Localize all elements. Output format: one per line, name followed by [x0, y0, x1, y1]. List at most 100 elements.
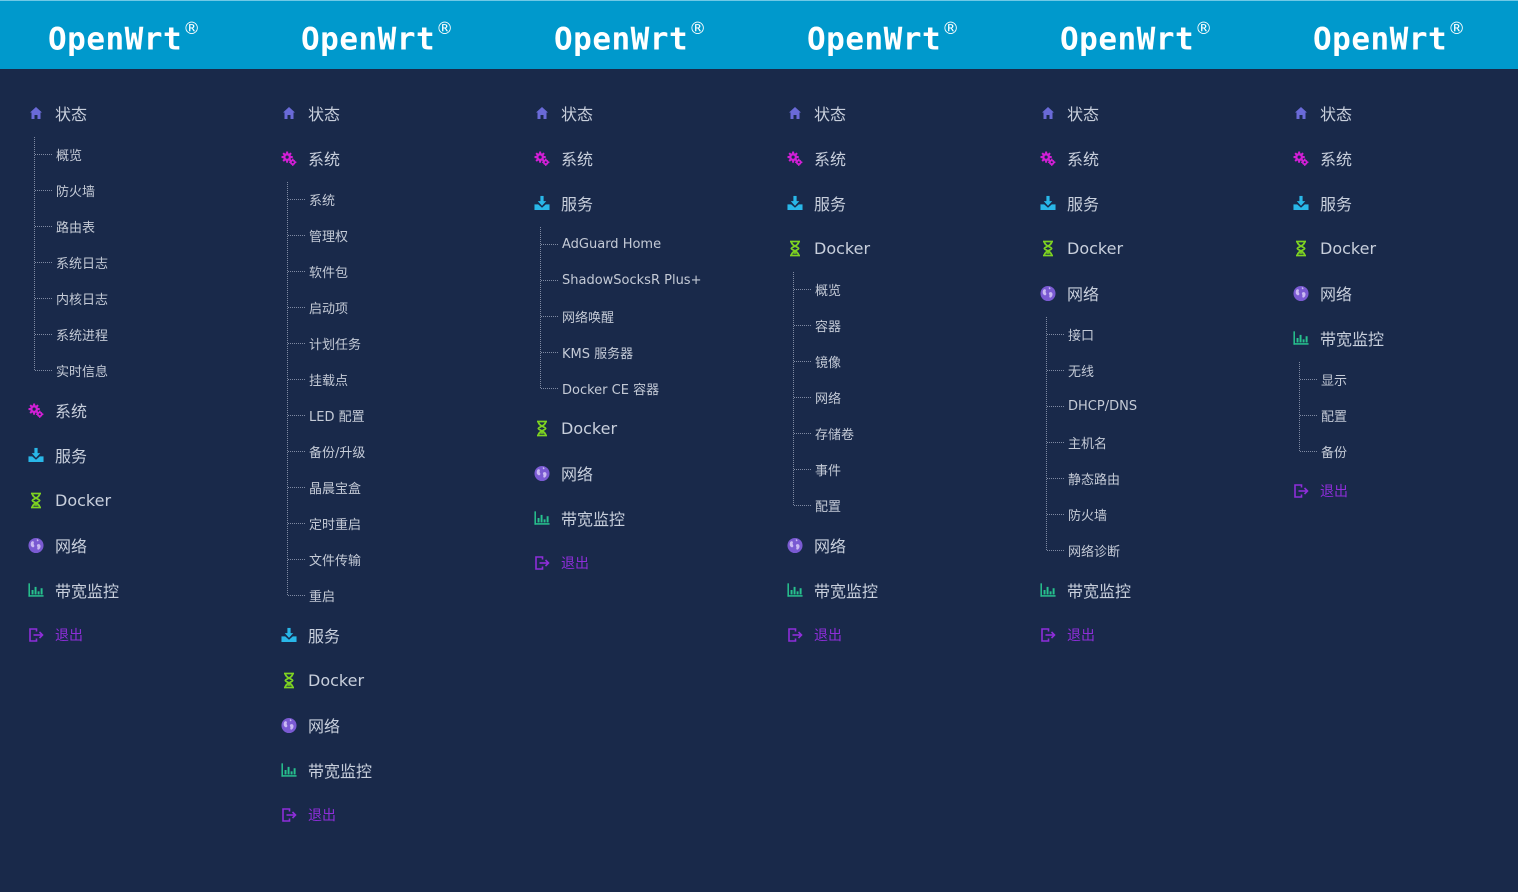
menu-item-docker[interactable]: Docker [28, 485, 111, 515]
menu-item-docker[interactable]: Docker [787, 233, 870, 263]
submenu-item[interactable]: 内核日志 [35, 287, 108, 309]
menu-item-bandwidth[interactable]: 带宽监控 [1040, 575, 1131, 605]
submenu-item[interactable]: 定时重启 [288, 512, 361, 534]
submenu-item[interactable]: 备份 [1300, 440, 1347, 462]
submenu-item[interactable]: 网络唤醒 [541, 305, 614, 327]
menu-item-system[interactable]: 系统 [1040, 143, 1099, 173]
menu-item-logout[interactable]: 退出 [1040, 620, 1095, 650]
brand-logo[interactable]: OpenWrt® [1313, 13, 1466, 59]
menu-item-docker[interactable]: Docker [1293, 233, 1376, 263]
tree-connector [541, 279, 558, 281]
submenu-item[interactable]: 无线 [1047, 359, 1094, 381]
menu-item-logout[interactable]: 退出 [28, 620, 83, 650]
submenu-item[interactable]: 概览 [794, 278, 841, 300]
submenu-item[interactable]: 配置 [1300, 404, 1347, 426]
submenu-item[interactable]: 接口 [1047, 323, 1094, 345]
submenu-item[interactable]: AdGuard Home [541, 233, 661, 255]
submenu-item[interactable]: 镜像 [794, 350, 841, 372]
submenu-item[interactable]: 软件包 [288, 260, 348, 282]
submenu-item[interactable]: 启动项 [288, 296, 348, 318]
submenu-item[interactable]: DHCP/DNS [1047, 395, 1137, 417]
submenu-item[interactable]: 计划任务 [288, 332, 361, 354]
menu-item-system[interactable]: 系统 [534, 143, 593, 173]
menu-item-logout[interactable]: 退出 [787, 620, 842, 650]
menu-item-network[interactable]: 网络 [28, 530, 87, 560]
gear-icon [281, 150, 297, 166]
submenu-item[interactable]: Docker CE 容器 [541, 377, 659, 399]
menu-item-network[interactable]: 网络 [787, 530, 846, 560]
menu-item-services[interactable]: 服务 [281, 620, 340, 650]
submenu-item-label: 重启 [309, 589, 336, 605]
submenu-item[interactable]: 文件传输 [288, 548, 361, 570]
submenu-item[interactable]: 网络 [794, 386, 841, 408]
submenu-item[interactable]: 路由表 [35, 215, 95, 237]
menu-item-docker[interactable]: Docker [281, 665, 364, 695]
menu-item-bandwidth[interactable]: 带宽监控 [1293, 323, 1384, 353]
submenu-item[interactable]: 防火墙 [1047, 503, 1107, 525]
menu-item-logout[interactable]: 退出 [534, 548, 589, 578]
submenu-item[interactable]: ShadowSocksR Plus+ [541, 269, 701, 291]
submenu-item[interactable]: 主机名 [1047, 431, 1107, 453]
menu-item-system[interactable]: 系统 [281, 143, 340, 173]
menu-item-label: 服务 [1320, 195, 1353, 214]
menu-item-system[interactable]: 系统 [28, 395, 87, 425]
menu-item-status[interactable]: 状态 [787, 98, 846, 128]
submenu-item[interactable]: 备份/升级 [288, 440, 365, 462]
submenu-item[interactable]: 管理权 [288, 224, 348, 246]
menu-item-services[interactable]: 服务 [534, 188, 593, 218]
menu-item-docker[interactable]: Docker [1040, 233, 1123, 263]
menu-item-system[interactable]: 系统 [787, 143, 846, 173]
submenu-item[interactable]: 容器 [794, 314, 841, 336]
brand-logo[interactable]: OpenWrt® [301, 13, 454, 59]
tree-connector [35, 261, 52, 263]
submenu-item[interactable]: KMS 服务器 [541, 341, 633, 363]
menu-item-bandwidth[interactable]: 带宽监控 [28, 575, 119, 605]
menu-item-network[interactable]: 网络 [1040, 278, 1099, 308]
menu-item-system[interactable]: 系统 [1293, 143, 1352, 173]
submenu-item[interactable]: 防火墙 [35, 179, 95, 201]
submenu-item[interactable]: 重启 [288, 584, 335, 606]
menu-item-docker[interactable]: Docker [534, 413, 617, 443]
menu-item-services[interactable]: 服务 [1040, 188, 1099, 218]
submenu-item[interactable]: 系统进程 [35, 323, 108, 345]
submenu-item[interactable]: 系统日志 [35, 251, 108, 273]
submenu-item[interactable]: 系统 [288, 188, 335, 210]
brand-logo[interactable]: OpenWrt® [48, 13, 201, 59]
submenu-item[interactable]: 静态路由 [1047, 467, 1120, 489]
submenu-item[interactable]: 存储卷 [794, 422, 854, 444]
submenu-item[interactable]: 配置 [794, 494, 841, 516]
tree-connector [35, 297, 52, 299]
menu-item-status[interactable]: 状态 [1040, 98, 1099, 128]
submenu-item[interactable]: 网络诊断 [1047, 539, 1120, 561]
brand-logo[interactable]: OpenWrt® [1060, 13, 1213, 59]
menu-item-network[interactable]: 网络 [281, 710, 340, 740]
submenu-item[interactable]: 晶晨宝盒 [288, 476, 361, 498]
menu-item-status[interactable]: 状态 [1293, 98, 1352, 128]
submenu-item-label: 配置 [815, 499, 842, 515]
submenu-item[interactable]: 概览 [35, 143, 82, 165]
submenu-item[interactable]: 事件 [794, 458, 841, 480]
menu-item-logout[interactable]: 退出 [1293, 476, 1348, 506]
menu-item-services[interactable]: 服务 [28, 440, 87, 470]
menu-item-status[interactable]: 状态 [534, 98, 593, 128]
tree-connector [288, 486, 305, 488]
submenu-item[interactable]: LED 配置 [288, 404, 365, 426]
menu-item-network[interactable]: 网络 [534, 458, 593, 488]
submenu-item[interactable]: 显示 [1300, 368, 1347, 390]
menu-item-network[interactable]: 网络 [1293, 278, 1352, 308]
brand-logo[interactable]: OpenWrt® [807, 13, 960, 59]
menu-item-bandwidth[interactable]: 带宽监控 [281, 755, 372, 785]
menu-item-logout[interactable]: 退出 [281, 800, 336, 830]
menu-item-status[interactable]: 状态 [281, 98, 340, 128]
gear-icon [787, 150, 803, 166]
menu-item-bandwidth[interactable]: 带宽监控 [534, 503, 625, 533]
menu-item-bandwidth[interactable]: 带宽监控 [787, 575, 878, 605]
submenu-item[interactable]: 实时信息 [35, 359, 108, 381]
menu-item-services[interactable]: 服务 [1293, 188, 1352, 218]
tree-connector [1047, 441, 1064, 443]
menu-item-label: 服务 [1067, 195, 1100, 214]
submenu-item[interactable]: 挂载点 [288, 368, 348, 390]
menu-item-services[interactable]: 服务 [787, 188, 846, 218]
menu-item-status[interactable]: 状态 [28, 98, 87, 128]
brand-logo[interactable]: OpenWrt® [554, 13, 707, 59]
